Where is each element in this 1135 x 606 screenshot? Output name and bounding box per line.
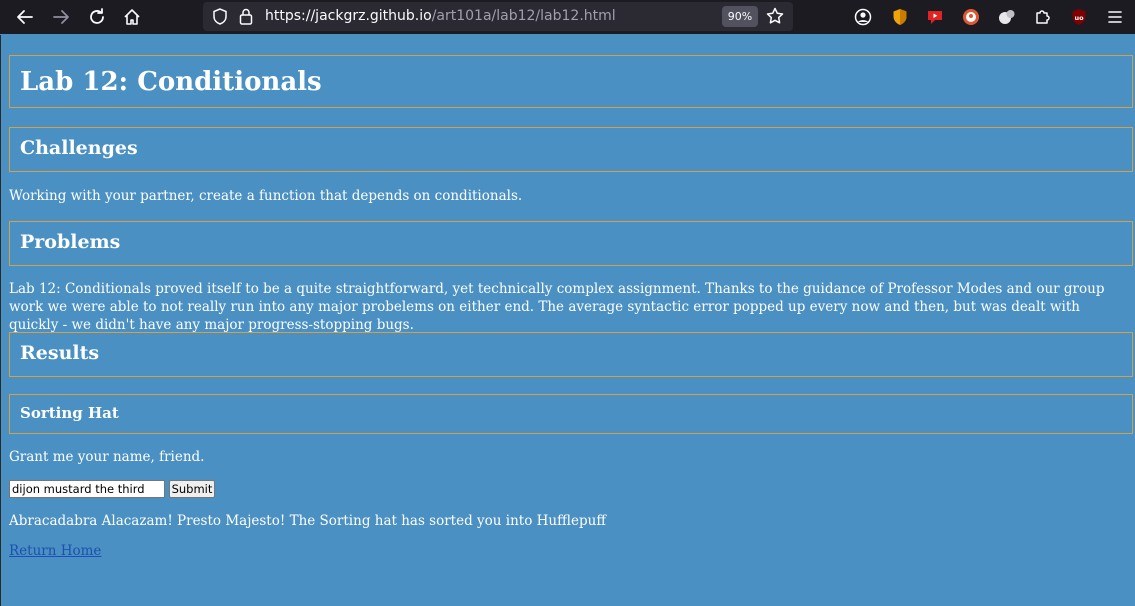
shield-icon[interactable] [212,8,228,29]
url-text[interactable]: https://jackgrz.github.io/art101a/lab12/… [265,8,616,24]
extensions-puzzle-icon[interactable] [1032,6,1054,28]
home-icon[interactable] [120,5,144,29]
reload-icon[interactable] [85,5,109,29]
ublock-origin-icon[interactable]: uo [1068,6,1090,28]
extension-shield-icon[interactable] [889,6,911,28]
challenges-box: Challenges [9,127,1133,172]
page-title: Lab 12: Conditionals [20,67,322,97]
challenges-text: Working with your partner, create a func… [9,188,523,204]
video-extension-icon[interactable] [924,6,946,28]
results-box: Results [9,332,1133,377]
forward-icon[interactable] [49,5,73,29]
url-path: /art101a/lab12/lab12.html [431,8,616,24]
title-box: Lab 12: Conditionals [9,55,1133,108]
sorting-result: Abracadabra Alacazam! Presto Majesto! Th… [9,513,606,529]
page-content: Lab 12: Conditionals Challenges Working … [0,35,1135,606]
problems-text: Lab 12: Conditionals proved itself to be… [9,281,1105,333]
results-heading: Results [20,342,100,364]
cookie-extension-icon[interactable] [996,6,1018,28]
bookmark-star-icon[interactable] [766,7,784,29]
sorting-hat-heading: Sorting Hat [20,404,119,422]
browser-toolbar: https://jackgrz.github.io/art101a/lab12/… [0,0,1135,34]
challenges-heading: Challenges [20,137,138,159]
return-home-link[interactable]: Return Home [9,543,101,559]
duckduckgo-icon[interactable] [960,6,982,28]
url-bar[interactable]: https://jackgrz.github.io/art101a/lab12/… [203,2,793,31]
lock-icon[interactable] [239,8,253,29]
sorting-hat-box: Sorting Hat [9,394,1133,434]
name-prompt: Grant me your name, friend. [9,449,205,465]
account-icon[interactable] [852,6,874,28]
submit-button[interactable]: Submit [169,480,215,498]
problems-heading: Problems [20,231,121,253]
back-icon[interactable] [13,5,37,29]
url-host: https://jackgrz.github.io [265,8,432,24]
svg-text:uo: uo [1074,14,1084,22]
problems-box: Problems [9,221,1133,266]
zoom-level[interactable]: 90% [722,6,758,27]
name-input[interactable]: dijon mustard the third [9,480,165,498]
menu-icon[interactable] [1104,6,1126,28]
